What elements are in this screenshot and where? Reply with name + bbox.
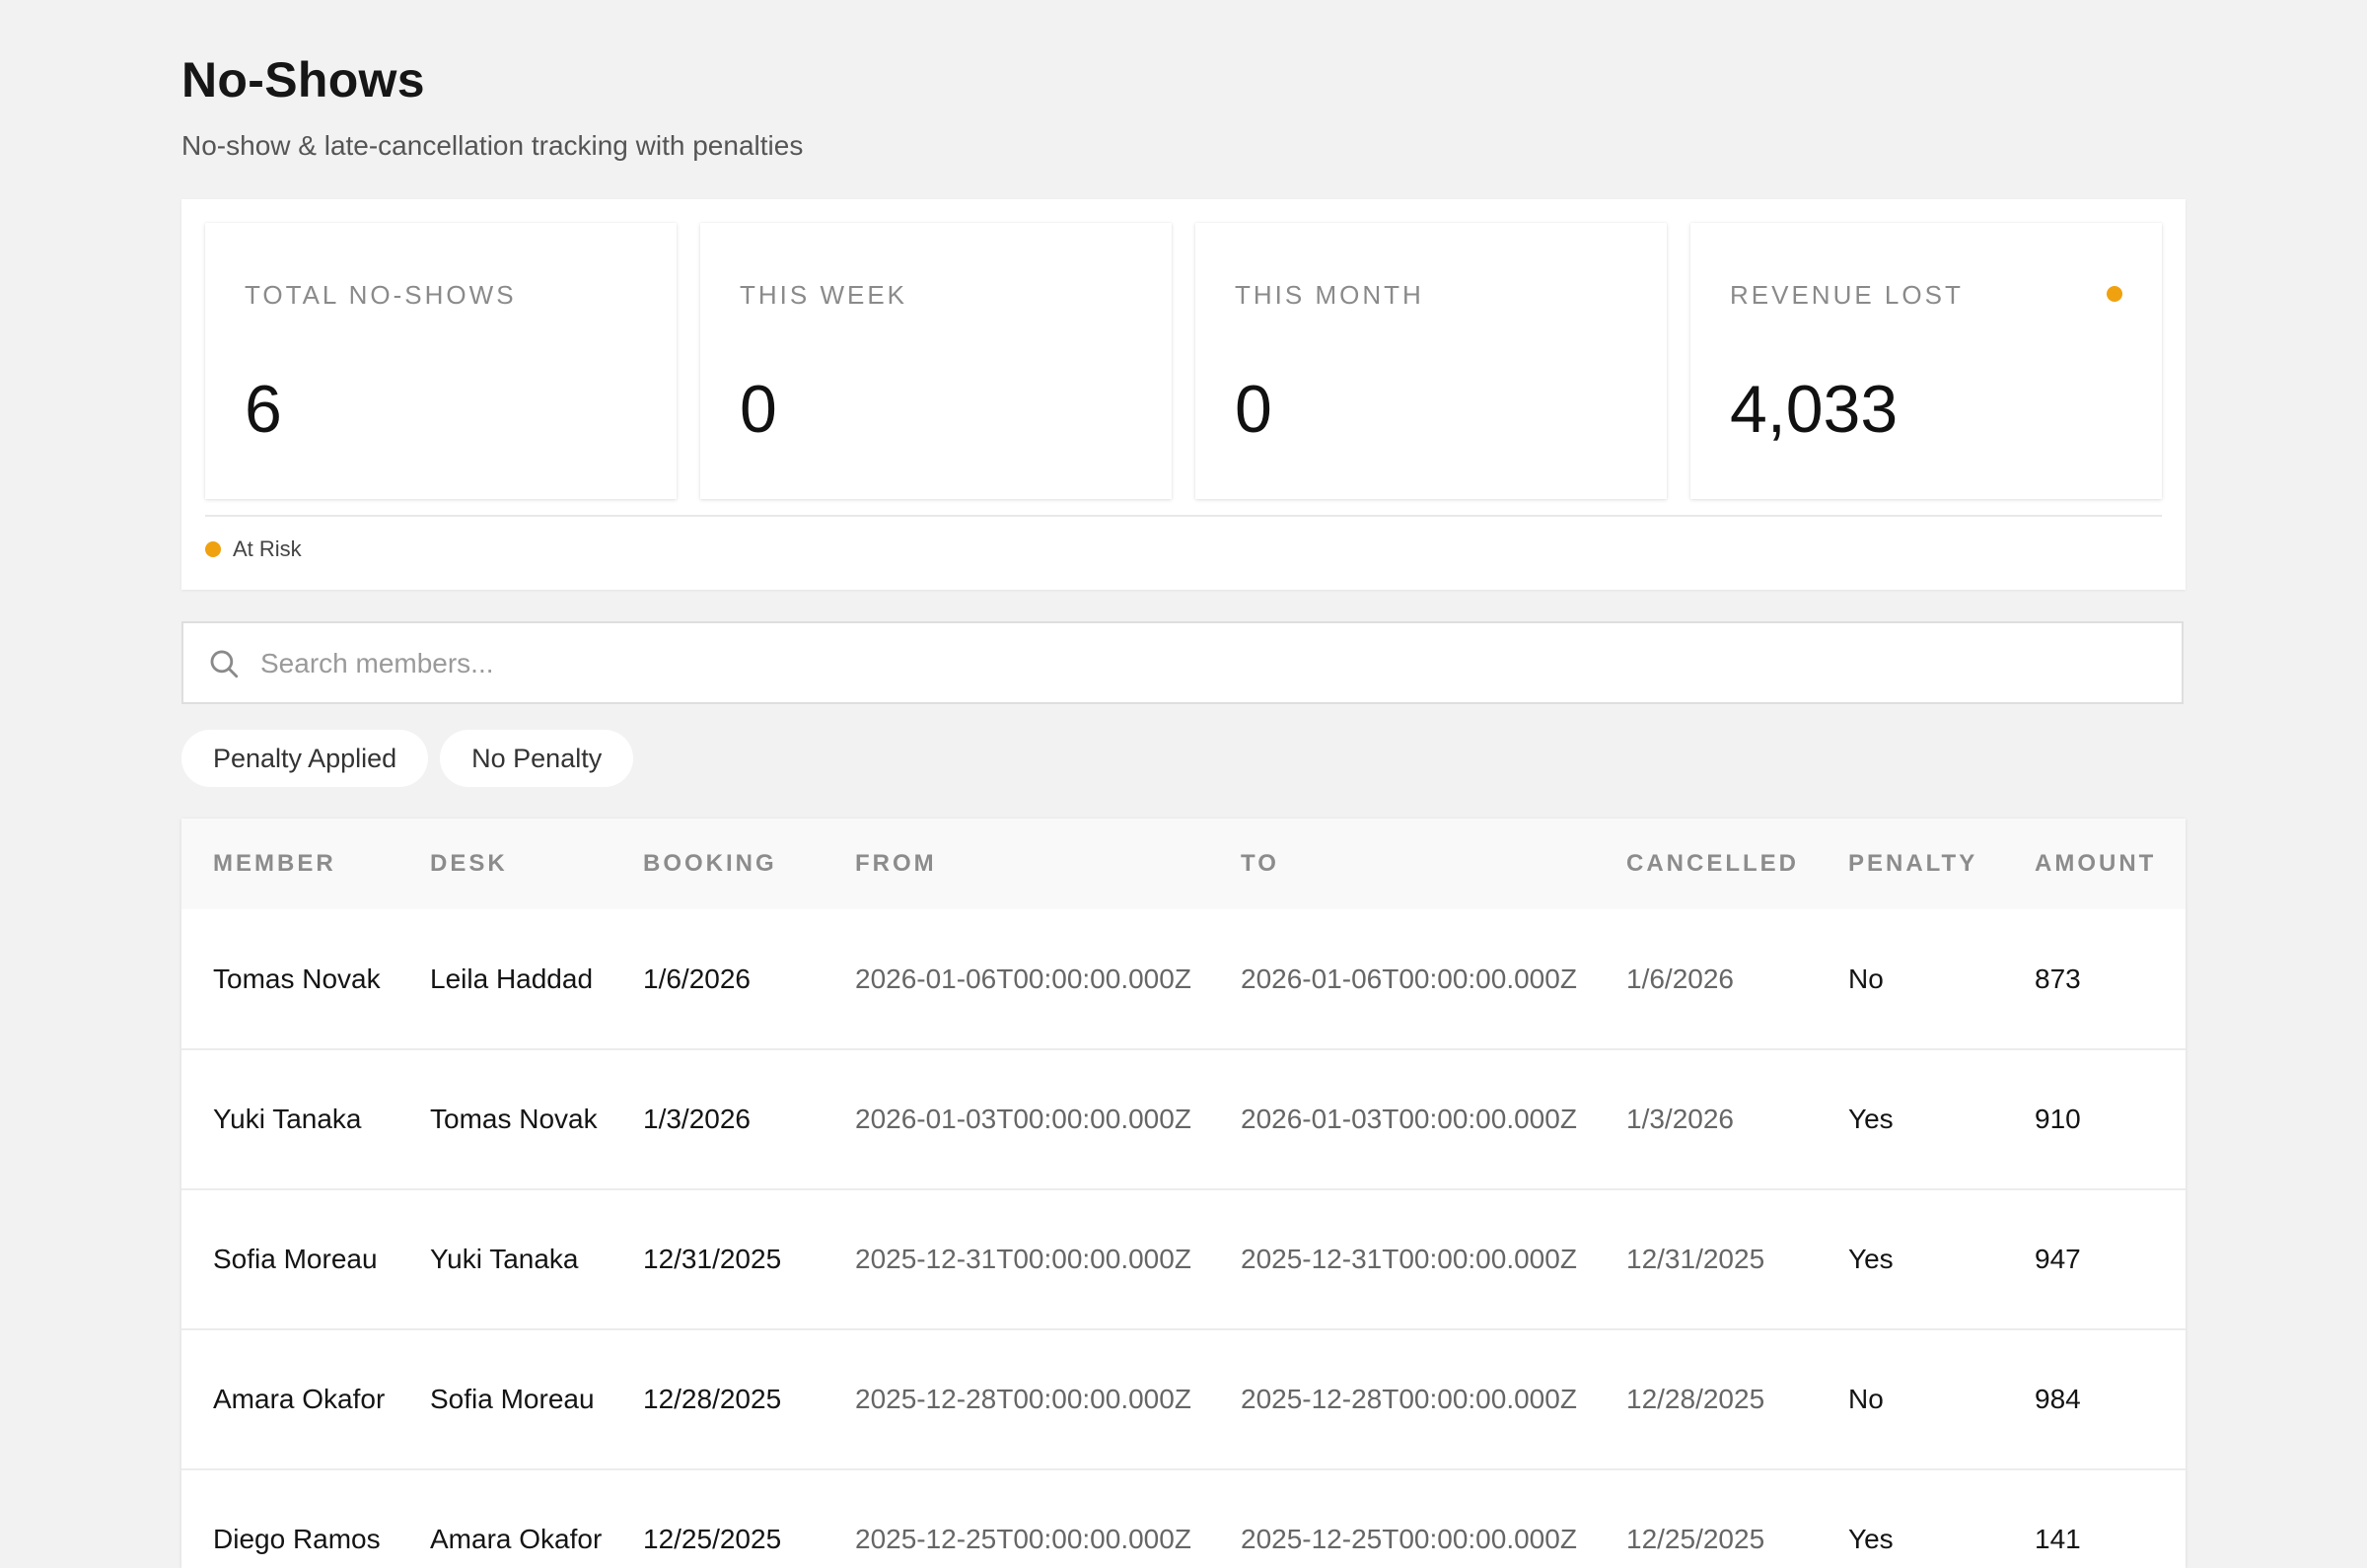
no-shows-table: MEMBER DESK BOOKING FROM TO CANCELLED PE… xyxy=(181,819,2186,1568)
cell-penalty: Yes xyxy=(1848,1244,1894,1274)
stat-value: 6 xyxy=(245,372,282,447)
column-header-desk[interactable]: DESK xyxy=(398,819,611,909)
stat-value: 0 xyxy=(1235,372,1272,447)
filter-no-penalty[interactable]: No Penalty xyxy=(440,730,634,787)
stat-label: THIS MONTH xyxy=(1235,280,1424,310)
table-row[interactable]: Amara Okafor Sofia Moreau 12/28/2025 202… xyxy=(181,1329,2186,1469)
column-header-booking[interactable]: BOOKING xyxy=(611,819,824,909)
cell-member: Yuki Tanaka xyxy=(213,1104,362,1134)
cell-cancelled: 12/25/2025 xyxy=(1626,1524,1765,1554)
stat-label: THIS WEEK xyxy=(740,280,908,310)
search-input[interactable] xyxy=(258,623,2136,704)
cell-cancelled: 1/6/2026 xyxy=(1626,962,1734,994)
page-title: No-Shows xyxy=(181,52,425,107)
cell-cancelled: 12/28/2025 xyxy=(1626,1384,1765,1414)
stat-card-total-no-shows: TOTAL NO-SHOWS 6 xyxy=(205,223,677,499)
cell-amount: 947 xyxy=(2035,1244,2081,1274)
cell-booking: 1/3/2026 xyxy=(643,1104,751,1134)
column-header-to[interactable]: TO xyxy=(1209,819,1595,909)
cell-desk: Amara Okafor xyxy=(430,1524,603,1554)
cell-booking: 1/6/2026 xyxy=(643,962,751,994)
stat-value: 0 xyxy=(740,372,777,447)
stats-panel: TOTAL NO-SHOWS 6 THIS WEEK 0 THIS MONTH … xyxy=(181,199,2186,590)
search-box xyxy=(181,621,2184,704)
cell-from: 2025-12-25T00:00:00.000Z xyxy=(855,1524,1191,1554)
cell-from: 2026-01-06T00:00:00.000Z xyxy=(855,962,1191,994)
column-header-amount[interactable]: AMOUNT xyxy=(2003,819,2186,909)
cell-booking: 12/25/2025 xyxy=(643,1524,782,1554)
stat-card-revenue-lost: REVENUE LOST 4,033 xyxy=(1690,223,2162,499)
filter-penalty-applied[interactable]: Penalty Applied xyxy=(181,730,429,787)
table-header-row: MEMBER DESK BOOKING FROM TO CANCELLED PE… xyxy=(181,819,2186,909)
at-risk-indicator-icon xyxy=(2107,286,2122,302)
column-header-from[interactable]: FROM xyxy=(824,819,1209,909)
legend-label: At Risk xyxy=(233,536,302,561)
divider xyxy=(205,515,2162,517)
cell-penalty: No xyxy=(1848,962,1884,994)
column-header-member[interactable]: MEMBER xyxy=(181,819,398,909)
cell-to: 2026-01-06T00:00:00.000Z xyxy=(1241,962,1577,994)
cell-member: Tomas Novak xyxy=(213,962,381,994)
cell-booking: 12/31/2025 xyxy=(643,1244,782,1274)
legend: At Risk xyxy=(205,536,302,562)
cell-amount: 873 xyxy=(2035,962,2081,994)
cell-amount: 910 xyxy=(2035,1104,2081,1134)
cell-amount: 984 xyxy=(2035,1384,2081,1414)
stat-card-this-month: THIS MONTH 0 xyxy=(1195,223,1667,499)
filter-chips: Penalty Applied No Penalty xyxy=(181,730,634,787)
cell-desk: Yuki Tanaka xyxy=(430,1244,579,1274)
cell-member: Amara Okafor xyxy=(213,1384,386,1414)
cell-to: 2025-12-28T00:00:00.000Z xyxy=(1241,1384,1577,1414)
column-header-penalty[interactable]: PENALTY xyxy=(1817,819,2003,909)
cell-penalty: No xyxy=(1848,1384,1884,1414)
cell-from: 2025-12-31T00:00:00.000Z xyxy=(855,1244,1191,1274)
table-row[interactable]: Diego Ramos Amara Okafor 12/25/2025 2025… xyxy=(181,1469,2186,1568)
at-risk-dot-icon xyxy=(205,541,221,557)
search-icon xyxy=(210,650,239,678)
table-row[interactable]: Yuki Tanaka Tomas Novak 1/3/2026 2026-01… xyxy=(181,1049,2186,1189)
column-header-cancelled[interactable]: CANCELLED xyxy=(1595,819,1817,909)
cell-amount: 141 xyxy=(2035,1524,2081,1554)
cell-cancelled: 1/3/2026 xyxy=(1626,1104,1734,1134)
stat-label: TOTAL NO-SHOWS xyxy=(245,280,517,310)
cell-to: 2026-01-03T00:00:00.000Z xyxy=(1241,1104,1577,1134)
cell-desk: Sofia Moreau xyxy=(430,1384,595,1414)
stat-card-this-week: THIS WEEK 0 xyxy=(700,223,1172,499)
cell-penalty: Yes xyxy=(1848,1104,1894,1134)
table-row[interactable]: Tomas Novak Leila Haddad 1/6/2026 2026-0… xyxy=(181,909,2186,1049)
cell-booking: 12/28/2025 xyxy=(643,1384,782,1414)
stat-label: REVENUE LOST xyxy=(1730,280,1964,310)
cell-to: 2025-12-25T00:00:00.000Z xyxy=(1241,1524,1577,1554)
cell-member: Sofia Moreau xyxy=(213,1244,378,1274)
cell-penalty: Yes xyxy=(1848,1524,1894,1554)
cell-from: 2025-12-28T00:00:00.000Z xyxy=(855,1384,1191,1414)
cell-cancelled: 12/31/2025 xyxy=(1626,1244,1765,1274)
cell-member: Diego Ramos xyxy=(213,1524,381,1554)
cell-to: 2025-12-31T00:00:00.000Z xyxy=(1241,1244,1577,1274)
stat-value: 4,033 xyxy=(1730,372,1899,447)
cell-desk: Tomas Novak xyxy=(430,1104,598,1134)
cell-from: 2026-01-03T00:00:00.000Z xyxy=(855,1104,1191,1134)
table-row[interactable]: Sofia Moreau Yuki Tanaka 12/31/2025 2025… xyxy=(181,1189,2186,1329)
page-subtitle: No-show & late-cancellation tracking wit… xyxy=(181,130,804,161)
cell-desk: Leila Haddad xyxy=(430,962,594,994)
